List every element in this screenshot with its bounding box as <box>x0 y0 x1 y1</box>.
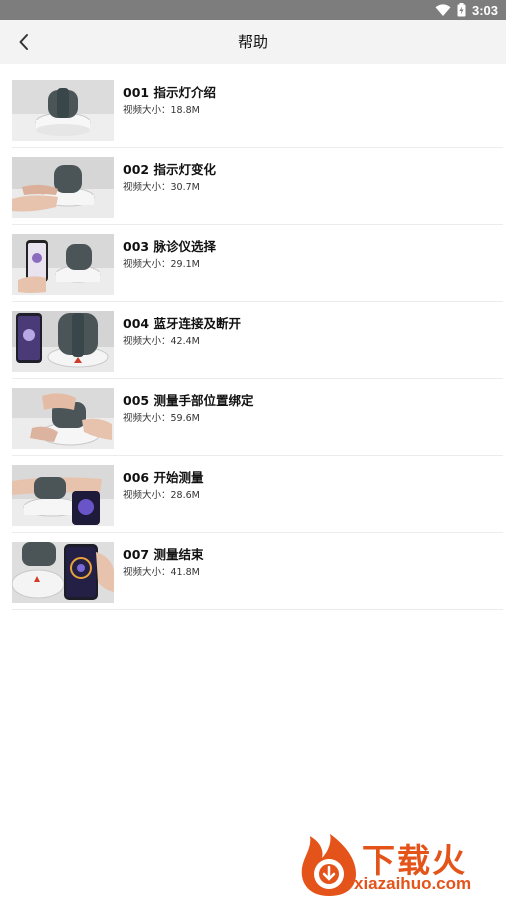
video-thumbnail <box>12 542 114 603</box>
video-item-003[interactable]: 003 脉诊仪选择 视频大小：29.1M <box>12 225 503 302</box>
video-item-002[interactable]: 002 指示灯变化 视频大小：30.7M <box>12 148 503 225</box>
battery-icon <box>457 3 466 17</box>
video-title: 005 测量手部位置绑定 <box>123 393 254 408</box>
video-thumbnail <box>12 234 114 295</box>
video-thumbnail <box>12 465 114 526</box>
video-item-007[interactable]: 007 测量结束 视频大小：41.8M <box>12 533 503 610</box>
video-title: 004 蓝牙连接及断开 <box>123 316 241 331</box>
watermark-url: xiazaihuo.com <box>354 874 472 893</box>
video-thumbnail <box>12 80 114 141</box>
video-size: 视频大小：28.6M <box>123 490 200 501</box>
video-item-006[interactable]: 006 开始测量 视频大小：28.6M <box>12 456 503 533</box>
video-size: 视频大小：18.8M <box>123 105 200 116</box>
video-size: 视频大小：41.8M <box>123 567 200 578</box>
wifi-icon <box>435 3 451 16</box>
video-thumbnail <box>12 388 114 449</box>
video-size: 视频大小：59.6M <box>123 413 200 424</box>
video-size: 视频大小：29.1M <box>123 259 200 270</box>
video-thumbnail <box>12 157 114 218</box>
video-title: 003 脉诊仪选择 <box>123 239 216 254</box>
video-title: 001 指示灯介绍 <box>123 85 216 100</box>
status-time: 3:03 <box>471 2 498 18</box>
video-item-005[interactable]: 005 测量手部位置绑定 视频大小：59.6M <box>12 379 503 456</box>
video-title: 006 开始测量 <box>123 470 204 485</box>
video-list: 001 指示灯介绍 视频大小：18.8M 002 指示灯变化 视频大小：30.7… <box>12 71 503 610</box>
video-thumbnail <box>12 311 114 372</box>
flame-logo-icon <box>301 834 356 896</box>
status-bar: 3:03 <box>0 0 506 20</box>
watermark: 下载火 xiazaihuo.com <box>298 832 503 898</box>
video-item-001[interactable]: 001 指示灯介绍 视频大小：18.8M <box>12 71 503 148</box>
video-title: 007 测量结束 <box>123 547 204 562</box>
video-item-004[interactable]: 004 蓝牙连接及断开 视频大小：42.4M <box>12 302 503 379</box>
video-title: 002 指示灯变化 <box>123 162 216 177</box>
video-size: 视频大小：42.4M <box>123 336 200 347</box>
app-bar: 帮助 <box>0 20 506 64</box>
video-size: 视频大小：30.7M <box>123 182 200 193</box>
status-icons: 3:03 <box>435 2 498 18</box>
page-title: 帮助 <box>237 33 268 51</box>
